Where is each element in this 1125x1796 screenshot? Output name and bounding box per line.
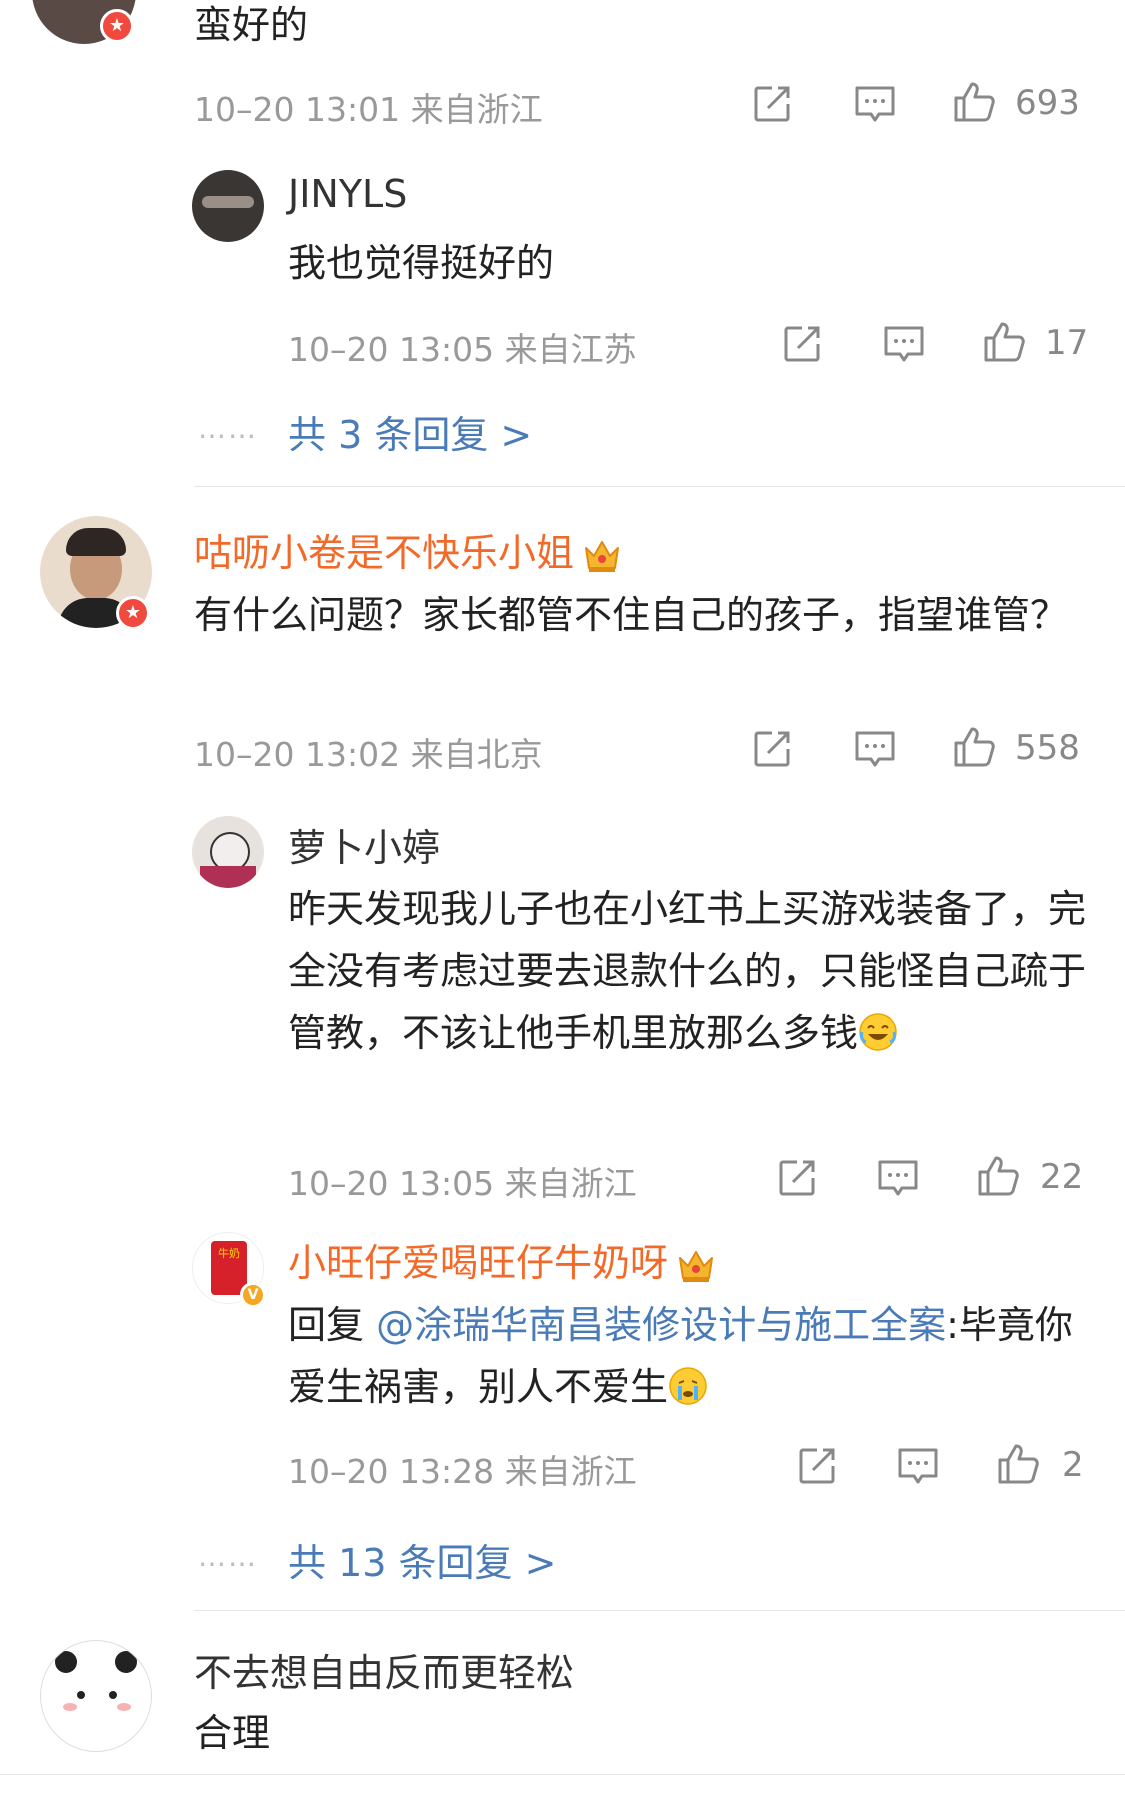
crown-icon bbox=[582, 538, 622, 574]
reply-text-body: 昨天发现我儿子也在小红书上买游戏装备了，完全没有考虑过要去退款什么的，只能怪自己… bbox=[288, 887, 1087, 1055]
more-replies-link[interactable]: 共 3 条回复 > bbox=[288, 404, 532, 459]
avatar[interactable] bbox=[192, 816, 264, 888]
reply-text: 回复 @涂瑞华南昌装修设计与施工全案:毕竟你爱生祸害，别人不爱生 bbox=[288, 1294, 1078, 1418]
laugh-emoji bbox=[858, 1012, 898, 1052]
reply-meta: 10–20 13:05 来自江苏 bbox=[288, 330, 637, 369]
comment-text: 蛮好的 bbox=[194, 3, 309, 47]
avatar[interactable] bbox=[192, 170, 264, 242]
like-count: 558 bbox=[1015, 728, 1080, 768]
user-name-label: 咕呖小卷是不快乐小姐 bbox=[194, 531, 575, 575]
user-name[interactable]: 咕呖小卷是不快乐小姐 bbox=[194, 522, 622, 577]
verified-badge: V bbox=[240, 1282, 266, 1308]
comment-icon[interactable] bbox=[882, 322, 926, 366]
comment-icon[interactable] bbox=[876, 1156, 920, 1200]
forward-icon[interactable] bbox=[780, 322, 824, 366]
comment-icon[interactable] bbox=[853, 82, 897, 126]
avatar[interactable] bbox=[40, 1640, 152, 1752]
verified-badge: ★ bbox=[100, 9, 134, 43]
cry-emoji bbox=[668, 1366, 708, 1406]
more-replies-link[interactable]: 共 13 条回复 > bbox=[288, 1532, 556, 1587]
divider bbox=[194, 1610, 1125, 1611]
comment-text: 合理 bbox=[194, 1711, 271, 1755]
comment-icon[interactable] bbox=[896, 1444, 940, 1488]
user-name[interactable]: 小旺仔爱喝旺仔牛奶呀 bbox=[288, 1232, 716, 1287]
like-count: 2 bbox=[1062, 1445, 1084, 1485]
like-icon[interactable] bbox=[976, 1154, 1020, 1198]
like-icon[interactable] bbox=[982, 320, 1026, 364]
like-count: 22 bbox=[1040, 1157, 1084, 1197]
forward-icon[interactable] bbox=[750, 727, 794, 771]
reply-meta: 10–20 13:05 来自浙江 bbox=[288, 1164, 637, 1203]
user-name[interactable]: 不去想自由反而更轻松 bbox=[194, 1642, 574, 1697]
more-dots: …… bbox=[198, 1540, 258, 1573]
more-dots: …… bbox=[198, 412, 258, 445]
reply-text: 我也觉得挺好的 bbox=[288, 241, 555, 285]
user-name-label: 小旺仔爱喝旺仔牛奶呀 bbox=[288, 1241, 669, 1285]
mention-link[interactable]: @涂瑞华南昌装修设计与施工全案 bbox=[376, 1303, 946, 1347]
crown-icon bbox=[676, 1248, 716, 1284]
comment-icon[interactable] bbox=[853, 727, 897, 771]
user-name[interactable]: JINYLS bbox=[288, 172, 407, 216]
forward-icon[interactable] bbox=[775, 1156, 819, 1200]
like-count: 17 bbox=[1045, 323, 1089, 363]
like-count: 693 bbox=[1015, 83, 1080, 123]
user-name[interactable]: 萝卜小婷 bbox=[288, 817, 440, 872]
divider bbox=[0, 1774, 1125, 1775]
comment-meta: 10–20 13:01 来自浙江 bbox=[194, 90, 543, 129]
divider bbox=[194, 486, 1125, 487]
reply-text: 昨天发现我儿子也在小红书上买游戏装备了，完全没有考虑过要去退款什么的，只能怪自己… bbox=[288, 878, 1088, 1064]
forward-icon[interactable] bbox=[750, 82, 794, 126]
comment-text: 有什么问题？家长都管不住自己的孩子，指望谁管？ bbox=[194, 593, 1069, 637]
like-icon[interactable] bbox=[952, 725, 996, 769]
forward-icon[interactable] bbox=[795, 1444, 839, 1488]
reply-prefix: 回复 bbox=[288, 1303, 377, 1347]
like-icon[interactable] bbox=[996, 1442, 1040, 1486]
reply-meta: 10–20 13:28 来自浙江 bbox=[288, 1452, 637, 1491]
comment-meta: 10–20 13:02 来自北京 bbox=[194, 735, 543, 774]
like-icon[interactable] bbox=[952, 80, 996, 124]
verified-badge: ★ bbox=[116, 596, 150, 630]
